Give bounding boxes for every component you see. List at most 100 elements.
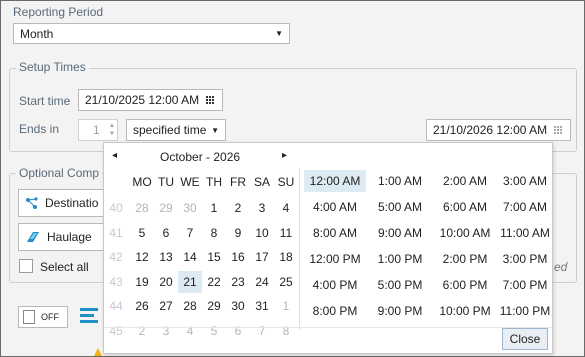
day-cell[interactable]: 6 xyxy=(226,320,250,342)
week-number: 44 xyxy=(109,299,123,313)
reporting-period-label: Reporting Period xyxy=(13,5,104,19)
next-month-icon[interactable]: ▸ xyxy=(282,150,287,161)
calendar-icon[interactable] xyxy=(206,95,216,105)
day-cell[interactable]: 28 xyxy=(130,197,154,219)
day-cell[interactable]: 20 xyxy=(154,271,178,293)
day-cell[interactable]: 10 xyxy=(250,222,274,244)
time-cell[interactable]: 1:00 AM xyxy=(369,170,431,192)
week-number: 43 xyxy=(109,274,123,289)
day-cell[interactable]: 30 xyxy=(226,295,250,317)
day-cell[interactable]: 14 xyxy=(178,246,202,268)
stepper-down-icon[interactable]: ▼ xyxy=(109,130,115,138)
ends-in-stepper[interactable]: 1 ▲ ▼ xyxy=(78,119,118,141)
ends-mode-select[interactable]: specified time ▼ xyxy=(126,119,226,141)
day-header: SA xyxy=(253,175,270,189)
day-cell[interactable]: 1 xyxy=(274,295,298,317)
time-cell[interactable]: 7:00 AM xyxy=(494,196,556,218)
day-cell[interactable]: 17 xyxy=(250,246,274,268)
day-cell[interactable]: 24 xyxy=(250,271,274,293)
time-cell[interactable]: 4:00 AM xyxy=(304,196,366,218)
day-cell[interactable]: 8 xyxy=(202,222,226,244)
day-cell[interactable]: 27 xyxy=(154,295,178,317)
day-cell[interactable]: 4 xyxy=(274,197,298,219)
end-time-picker[interactable]: 21/10/2026 12:00 AM xyxy=(426,119,571,141)
time-cell[interactable]: 2:00 PM xyxy=(434,248,496,270)
day-cell[interactable]: 2 xyxy=(226,197,250,219)
day-cell[interactable]: 5 xyxy=(130,222,154,244)
close-button[interactable]: Close xyxy=(502,328,548,350)
time-cell[interactable]: 5:00 PM xyxy=(369,274,431,296)
day-cell[interactable]: 4 xyxy=(178,320,202,342)
time-cell[interactable]: 9:00 AM xyxy=(369,222,431,244)
day-cell[interactable]: 22 xyxy=(202,271,226,293)
time-cell[interactable]: 3:00 AM xyxy=(494,170,556,192)
ends-in-label: Ends in xyxy=(19,122,60,136)
week-number: 45 xyxy=(109,323,123,338)
day-cell[interactable]: 26 xyxy=(130,295,154,317)
day-cell[interactable]: 15 xyxy=(202,246,226,268)
time-cell[interactable]: 8:00 AM xyxy=(304,222,366,244)
reporting-period-select[interactable]: Month ▼ xyxy=(13,23,290,44)
time-cell[interactable]: 12:00 AM xyxy=(304,170,366,192)
time-cell[interactable]: 12:00 PM xyxy=(304,248,366,270)
ends-in-count: 1 xyxy=(93,123,100,137)
list-icon[interactable] xyxy=(80,306,98,326)
end-time-value: 21/10/2026 12:00 AM xyxy=(433,123,548,137)
select-all-checkbox[interactable] xyxy=(19,259,33,273)
time-cell[interactable]: 5:00 AM xyxy=(369,196,431,218)
day-cell[interactable]: 1 xyxy=(202,197,226,219)
day-cell[interactable]: 16 xyxy=(226,246,250,268)
day-cell[interactable]: 29 xyxy=(154,197,178,219)
day-cell[interactable]: 13 xyxy=(154,246,178,268)
week-number: 41 xyxy=(109,225,123,240)
day-cell[interactable]: 5 xyxy=(202,320,226,342)
day-cell[interactable]: 8 xyxy=(274,320,298,342)
day-cell[interactable]: 18 xyxy=(274,246,298,268)
time-cell[interactable]: 11:00 AM xyxy=(494,222,556,244)
calendar-icon[interactable] xyxy=(554,125,564,135)
time-cell[interactable]: 10:00 AM xyxy=(434,222,496,244)
time-cell[interactable]: 6:00 PM xyxy=(434,274,496,296)
day-cell[interactable]: 9 xyxy=(226,222,250,244)
ends-mode-value: specified time xyxy=(133,123,207,137)
truncated-text: ed xyxy=(554,260,568,274)
chevron-down-icon: ▼ xyxy=(275,29,283,38)
haulage-icon xyxy=(27,232,39,242)
day-cell[interactable]: 2 xyxy=(130,320,154,342)
day-cell[interactable]: 28 xyxy=(178,295,202,317)
time-cell[interactable]: 4:00 PM xyxy=(304,274,366,296)
day-cell[interactable]: 19 xyxy=(130,271,154,293)
day-cell[interactable]: 11 xyxy=(274,222,298,244)
day-cell[interactable]: 3 xyxy=(154,320,178,342)
day-cell[interactable]: 31 xyxy=(250,295,274,317)
month-title[interactable]: October - 2026 xyxy=(160,150,240,164)
stepper-up-icon[interactable]: ▲ xyxy=(109,122,115,130)
day-header: SU xyxy=(277,175,295,189)
time-cell[interactable]: 1:00 PM xyxy=(369,248,431,270)
time-cell[interactable]: 2:00 AM xyxy=(434,170,496,192)
time-cell[interactable]: 7:00 PM xyxy=(494,274,556,296)
destination-button[interactable]: Destinatio xyxy=(18,189,108,217)
selected-day-cell[interactable]: 21 xyxy=(178,270,202,293)
time-cell[interactable]: 10:00 PM xyxy=(434,300,496,322)
day-cell[interactable]: 30 xyxy=(178,197,202,219)
haulage-button[interactable]: Haulage xyxy=(18,223,108,251)
off-toggle[interactable]: OFF xyxy=(18,306,68,328)
day-cell[interactable]: 25 xyxy=(274,271,298,293)
day-cell[interactable]: 3 xyxy=(250,197,274,219)
toggle-label: OFF xyxy=(41,312,59,322)
day-cell[interactable]: 29 xyxy=(202,295,226,317)
toggle-knob xyxy=(23,310,35,324)
day-cell[interactable]: 6 xyxy=(154,222,178,244)
time-cell[interactable]: 11:00 PM xyxy=(494,300,556,322)
day-cell[interactable]: 7 xyxy=(178,222,202,244)
day-cell[interactable]: 23 xyxy=(226,271,250,293)
day-cell[interactable]: 7 xyxy=(250,320,274,342)
time-cell[interactable]: 9:00 PM xyxy=(369,300,431,322)
time-cell[interactable]: 6:00 AM xyxy=(434,196,496,218)
time-cell[interactable]: 3:00 PM xyxy=(494,248,556,270)
start-time-picker[interactable]: 21/10/2025 12:00 AM xyxy=(78,89,223,111)
time-cell[interactable]: 8:00 PM xyxy=(304,300,366,322)
day-cell[interactable]: 12 xyxy=(130,246,154,268)
prev-month-icon[interactable]: ◂ xyxy=(112,150,117,161)
